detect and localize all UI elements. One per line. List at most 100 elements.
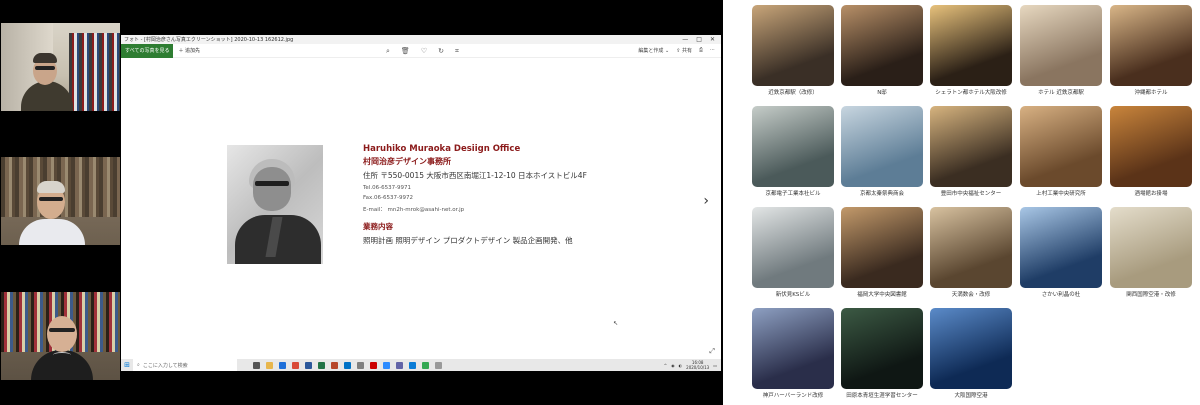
gallery-caption: 京都太秦祭典商会 (859, 191, 904, 197)
gallery-thumbnail[interactable] (930, 5, 1012, 86)
minimize-button[interactable]: — (682, 36, 688, 43)
powerpoint-icon[interactable] (331, 361, 338, 369)
gallery-thumbnail[interactable] (752, 5, 834, 86)
start-button-icon[interactable]: ⊞ (121, 361, 133, 369)
acrobat-icon[interactable] (370, 361, 377, 369)
teams-icon[interactable] (396, 361, 403, 369)
gallery-thumbnail[interactable] (1110, 106, 1192, 187)
gallery-thumbnail[interactable] (841, 5, 923, 86)
see-all-photos-button[interactable]: すべての写真を見る (121, 43, 174, 58)
gallery-caption: ホテル 近鉄京都駅 (1038, 90, 1084, 96)
app-icon[interactable] (422, 361, 429, 369)
gallery-item[interactable]: 天満数会・改修 (930, 207, 1012, 298)
person-head (47, 316, 77, 352)
gallery-item[interactable]: 京都太秦祭典商会 (841, 106, 923, 197)
volume-icon[interactable]: ◐ (679, 363, 683, 368)
project-gallery: 近鉄京都駅（改修） N邸 シェラトン都ホテル大阪改修 ホテル 近鉄京都駅 沖縄都ホテル京… (723, 0, 1200, 405)
gallery-item[interactable]: 近鉄京都駅（改修） (752, 5, 834, 96)
favorite-icon[interactable]: ♡ (421, 47, 427, 56)
gallery-thumbnail[interactable] (1020, 106, 1102, 187)
participant-video-1[interactable] (1, 23, 120, 111)
gallery-item[interactable]: N邸 (841, 5, 923, 96)
gallery-thumbnail[interactable] (1110, 5, 1192, 86)
taskbar-search-box[interactable]: ⌕ ここに入力して検索 (133, 359, 237, 371)
rotate-icon[interactable]: ↻ (438, 47, 444, 56)
window-title: フォト - [村岡治彦さん写真エクリーンショット] 2020-10-13 162… (124, 37, 294, 43)
gallery-thumbnail[interactable] (752, 106, 834, 187)
gallery-caption: 京都電子工業本社ビル (765, 191, 821, 197)
excel-icon[interactable] (318, 361, 325, 369)
next-photo-chevron-icon[interactable]: › (703, 193, 709, 209)
close-button[interactable]: ✕ (710, 36, 715, 43)
expand-icon[interactable]: ⤢ (709, 347, 715, 356)
glasses (35, 66, 55, 70)
photos-icon[interactable] (409, 361, 416, 369)
gallery-item[interactable]: 田原本青垣生涯学習センター (841, 308, 923, 399)
gallery-caption: 沖縄都ホテル (1134, 90, 1168, 96)
gallery-item[interactable]: 沖縄都ホテル (1110, 5, 1192, 96)
chrome-icon[interactable] (292, 361, 299, 369)
gallery-item[interactable]: 大阪国際空港 (930, 308, 1012, 399)
gallery-item[interactable]: ホテル 近鉄京都駅 (1020, 5, 1102, 96)
share-button[interactable]: ⇪ 共有 (676, 47, 692, 54)
notification-icon[interactable]: ▭ (713, 363, 717, 368)
participant-video-strip (0, 0, 121, 405)
gallery-thumbnail[interactable] (841, 308, 923, 389)
gallery-caption: 福岡大学中央図書館 (857, 292, 907, 298)
tray-clock[interactable]: 16:08 2020/10/13 (686, 360, 709, 370)
gallery-thumbnail[interactable] (1020, 207, 1102, 288)
gallery-item[interactable]: さかい利晶の杜 (1020, 207, 1102, 298)
gallery-item[interactable]: 関西国際空港・改修 (1110, 207, 1192, 298)
gallery-thumbnail[interactable] (752, 308, 834, 389)
gallery-item[interactable]: 豊田市中央福祉センター (930, 106, 1012, 197)
gallery-item[interactable]: 神戸ハーバーランド改修 (752, 308, 834, 399)
zoom-icon[interactable]: ⌕ (386, 47, 390, 56)
edit-create-button[interactable]: 編集と作成 ⌄ (638, 47, 669, 54)
toolbar-icons: ⌕ 🗑 ♡ ↻ ⌗ (386, 47, 459, 56)
network-icon[interactable]: ◉ (671, 363, 675, 368)
crop-icon[interactable]: ⌗ (455, 47, 459, 56)
gallery-item[interactable]: 新伏見KSビル (752, 207, 834, 298)
tray-chevron-icon[interactable]: ^ (664, 363, 667, 368)
gallery-item[interactable]: 酒場館お掛場 (1110, 106, 1192, 197)
earphone-cable (53, 352, 71, 358)
gallery-item[interactable]: シェラトン都ホテル大阪改修 (930, 5, 1012, 96)
task-view-icon[interactable] (253, 361, 260, 369)
email-text: E-mail： mn2h-mrok@asahi-net.or.jp (363, 207, 465, 213)
print-icon[interactable]: ⎙ (699, 47, 703, 54)
address-text: 住所 〒550-0015 大阪市西区南堀江1-12-10 日本ホイストビル4F (363, 171, 587, 180)
outlook-icon[interactable] (344, 361, 351, 369)
gallery-thumbnail[interactable] (1110, 207, 1192, 288)
tel-text: Tel.06-6537-9971 (363, 185, 412, 191)
participant-video-2[interactable] (1, 157, 120, 245)
gallery-item[interactable]: 上村工業中央研究所 (1020, 106, 1102, 197)
gallery-thumbnail[interactable] (930, 308, 1012, 389)
zoom-app-icon[interactable] (383, 361, 390, 369)
glasses (49, 328, 75, 332)
gallery-caption: 神戸ハーバーランド改修 (762, 393, 824, 399)
gallery-thumbnail[interactable] (752, 207, 834, 288)
gallery-item[interactable]: 京都電子工業本社ビル (752, 106, 834, 197)
maximize-button[interactable]: □ (696, 36, 702, 43)
gallery-thumbnail[interactable] (930, 207, 1012, 288)
person-body (19, 219, 85, 245)
app-icon[interactable] (357, 361, 364, 369)
tray-date: 2020/10/13 (686, 365, 710, 370)
participant-video-3[interactable] (1, 292, 120, 380)
add-to-button[interactable]: ＋ 追加先 (178, 47, 200, 54)
file-explorer-icon[interactable] (266, 361, 273, 369)
photo-canvas: Haruhiko Muraoka Desiign Office 村岡治彦デザイン… (121, 58, 721, 360)
more-icon[interactable]: ⋯ (710, 47, 715, 54)
edge-icon[interactable] (279, 361, 286, 369)
gallery-thumbnail[interactable] (841, 207, 923, 288)
gallery-item[interactable]: 福岡大学中央図書館 (841, 207, 923, 298)
gallery-caption: 近鉄京都駅（改修） (768, 90, 818, 96)
gallery-thumbnail[interactable] (930, 106, 1012, 187)
gallery-thumbnail[interactable] (841, 106, 923, 187)
app-icon[interactable] (435, 361, 442, 369)
glasses (39, 197, 63, 201)
delete-icon[interactable]: 🗑 (401, 47, 410, 56)
taskbar-apps (253, 361, 442, 369)
gallery-thumbnail[interactable] (1020, 5, 1102, 86)
word-icon[interactable] (305, 361, 312, 369)
